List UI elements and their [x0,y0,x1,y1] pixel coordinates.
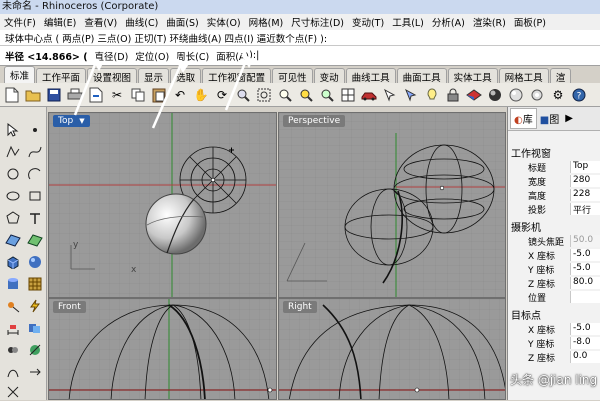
annotation-arrow-diameter [73,56,104,116]
prop-position-button[interactable] [570,291,600,303]
tab-layers-label: 图 [549,115,560,126]
prop-target-y-field[interactable]: -8.0 [570,337,600,349]
tab-more[interactable]: ▶ [562,111,576,126]
properties-panel: ◐库 ■图 ▶ 工作视窗 标题 Top 宽度 280 高度 228 投影 平行 摄影机 … [507,107,600,400]
prop-key: 宽度 [528,178,547,188]
prop-row-title: 标题 Top [508,161,600,174]
prop-key: Y 座标 [528,340,555,350]
section-target-header: 目标点 [511,311,541,322]
prop-key: 镜头焦距 [528,238,565,248]
prop-row-projection: 投影 平行 [508,203,600,216]
prop-width-field[interactable]: 280 [570,175,600,187]
tab-properties-label: 库 [522,115,533,126]
prop-row-lens: 镜头焦距 50.0 [508,235,600,248]
annotation-arrow-area [224,53,254,111]
section-viewport-header: 工作视窗 [511,149,551,160]
prop-row-target-x: X 座标 -5.0 [508,323,600,336]
prop-row-camera-x: X 座标 -5.0 [508,249,600,262]
prop-key: 位置 [528,294,547,304]
panel-tabs: ◐库 ■图 ▶ [508,107,600,131]
prop-row-width: 宽度 280 [508,175,600,188]
prop-row-camera-y: Y 座标 -5.0 [508,263,600,276]
prop-projection-select[interactable]: 平行 [570,203,600,215]
prop-key: Z 座标 [528,280,556,290]
prop-key: 高度 [528,192,547,202]
prop-camera-x-field[interactable]: -5.0 [570,249,600,261]
tab-layers[interactable]: ■图 [537,109,562,128]
tab-properties[interactable]: ◐库 [510,108,537,129]
prop-target-z-field[interactable]: 0.0 [570,351,600,363]
prop-row-height: 高度 228 [508,189,600,202]
prop-key: X 座标 [528,252,556,262]
prop-key: X 座标 [528,326,556,336]
prop-row-position: 位置 [508,291,600,304]
properties-icon: ◐ [514,115,523,126]
prop-row-target-z: Z 座标 0.0 [508,351,600,364]
prop-lens-field: 50.0 [570,235,600,247]
prop-target-x-field[interactable]: -5.0 [570,323,600,335]
layers-icon: ■ [539,115,550,126]
prop-key: Y 座标 [528,266,555,276]
section-camera-header: 摄影机 [511,223,541,234]
prop-key: 标题 [528,164,547,174]
prop-key: Z 座标 [528,354,556,364]
prop-row-target-y: Y 座标 -8.0 [508,337,600,350]
prop-camera-z-field[interactable]: 80.0 [570,277,600,289]
prop-title-field[interactable]: Top [570,161,600,173]
prop-height-field[interactable]: 228 [570,189,600,201]
prop-camera-y-field[interactable]: -5.0 [570,263,600,275]
prop-key: 投影 [528,206,547,216]
watermark: 头条 @jian ling [510,373,598,387]
annotation-arrow-circumference [151,56,189,129]
prop-row-camera-z: Z 座标 80.0 [508,277,600,290]
